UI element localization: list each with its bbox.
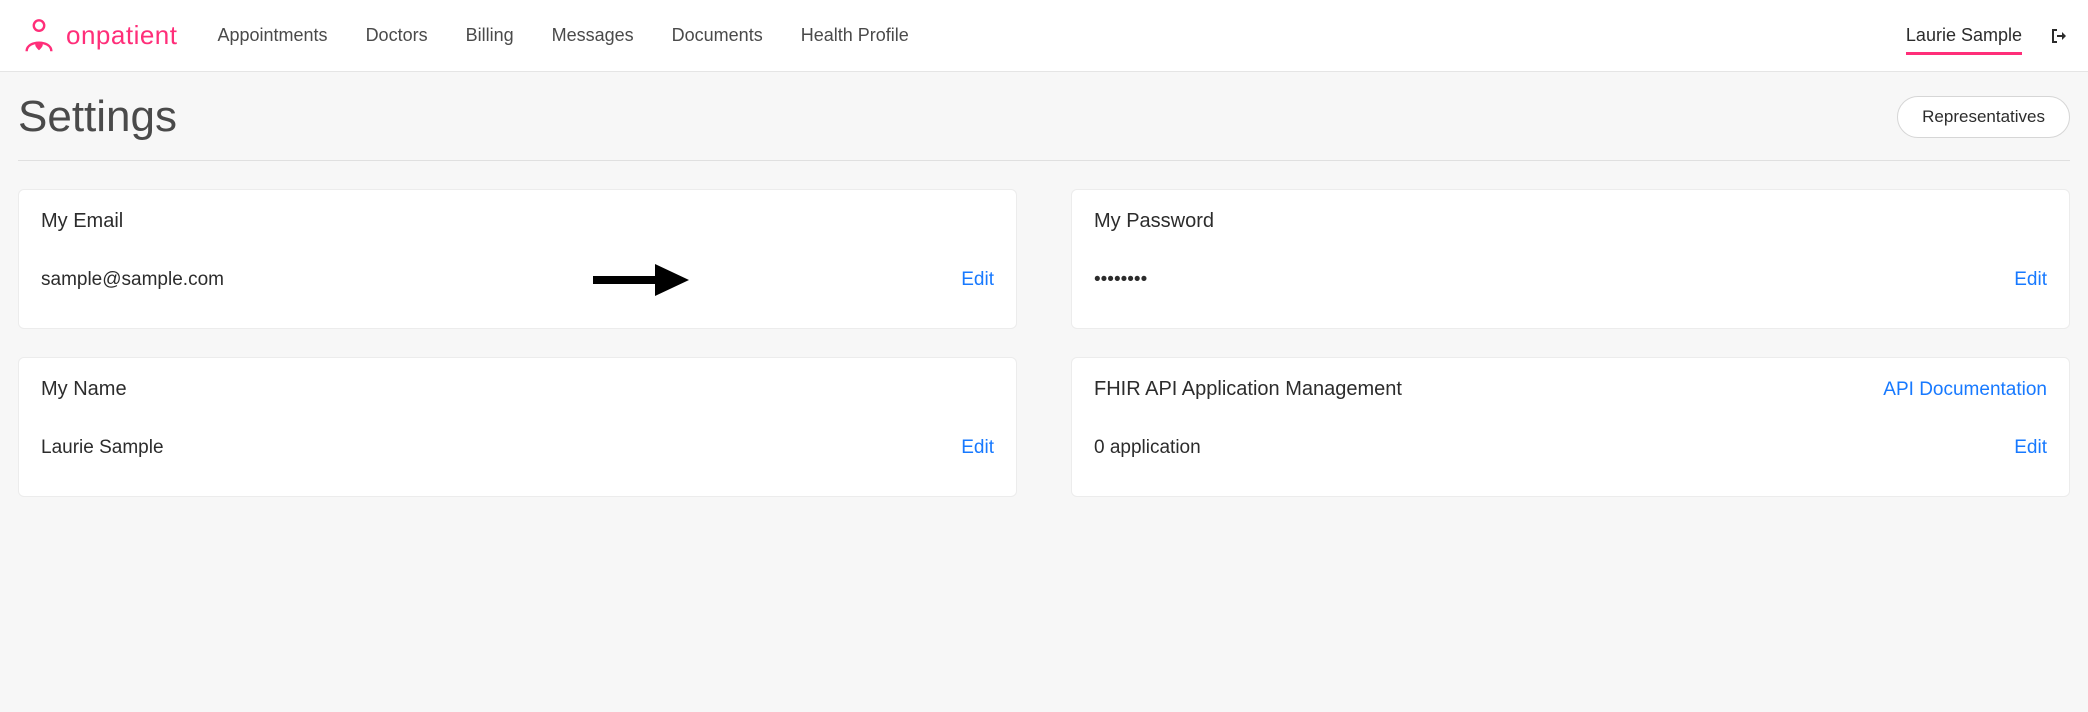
name-card-title: My Name xyxy=(41,378,127,401)
representatives-button[interactable]: Representatives xyxy=(1897,96,2070,138)
name-edit-link[interactable]: Edit xyxy=(961,437,994,459)
brand-logo[interactable]: onpatient xyxy=(20,17,177,55)
topbar-right: Laurie Sample xyxy=(1906,21,2068,51)
topbar: onpatient Appointments Doctors Billing M… xyxy=(0,0,2088,72)
logout-icon[interactable] xyxy=(2050,27,2068,45)
nav-appointments[interactable]: Appointments xyxy=(217,25,327,46)
nav-health-profile[interactable]: Health Profile xyxy=(801,25,909,46)
password-card: My Password •••••••• Edit xyxy=(1071,189,2070,329)
onpatient-logo-icon xyxy=(20,17,58,55)
email-edit-link[interactable]: Edit xyxy=(961,269,994,291)
email-card: My Email sample@sample.com Edit xyxy=(18,189,1017,329)
page-title: Settings xyxy=(18,92,177,142)
page-header: Settings Representatives xyxy=(18,92,2070,161)
page-content: Settings Representatives My Email sample… xyxy=(0,72,2088,517)
password-edit-link[interactable]: Edit xyxy=(2014,269,2047,291)
fhir-value: 0 application xyxy=(1094,437,1201,459)
annotation-arrow-icon xyxy=(591,260,691,300)
current-user-name[interactable]: Laurie Sample xyxy=(1906,25,2022,55)
password-value: •••••••• xyxy=(1094,269,1147,291)
nav-billing[interactable]: Billing xyxy=(466,25,514,46)
name-value: Laurie Sample xyxy=(41,437,164,459)
fhir-card-title: FHIR API Application Management xyxy=(1094,378,1402,401)
brand-name: onpatient xyxy=(66,20,177,51)
main-nav: Appointments Doctors Billing Messages Do… xyxy=(217,25,1905,46)
email-value: sample@sample.com xyxy=(41,269,224,291)
name-card: My Name Laurie Sample Edit xyxy=(18,357,1017,497)
settings-cards-grid: My Email sample@sample.com Edit My Passw… xyxy=(18,189,2070,497)
nav-doctors[interactable]: Doctors xyxy=(366,25,428,46)
api-documentation-link[interactable]: API Documentation xyxy=(1883,379,2047,401)
fhir-card: FHIR API Application Management API Docu… xyxy=(1071,357,2070,497)
email-card-title: My Email xyxy=(41,210,123,233)
fhir-edit-link[interactable]: Edit xyxy=(2014,437,2047,459)
nav-messages[interactable]: Messages xyxy=(552,25,634,46)
password-card-title: My Password xyxy=(1094,210,1214,233)
nav-documents[interactable]: Documents xyxy=(672,25,763,46)
